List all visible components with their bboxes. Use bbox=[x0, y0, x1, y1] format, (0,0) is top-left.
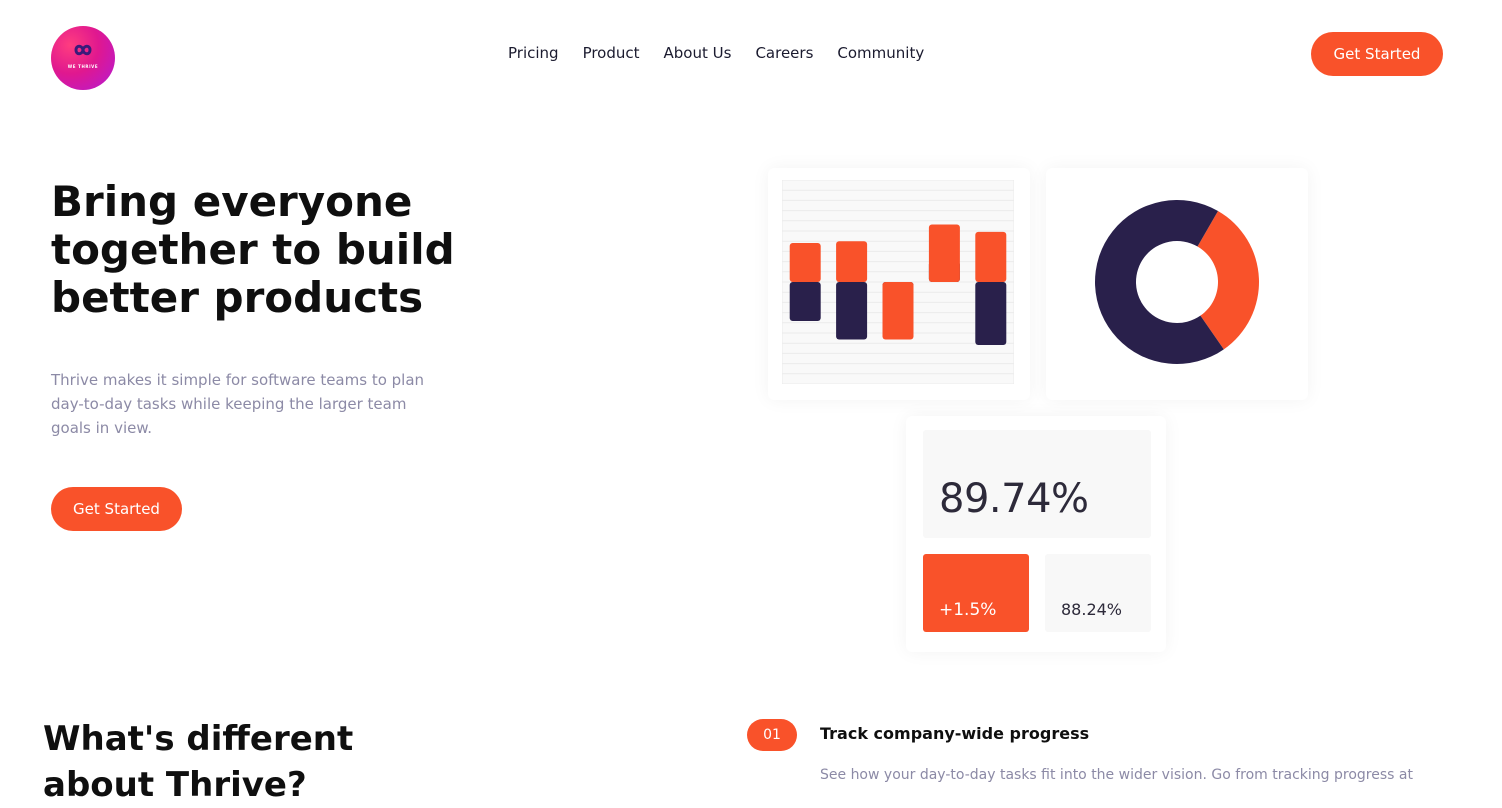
bar bbox=[975, 282, 1007, 346]
bar bbox=[836, 241, 868, 282]
bar-chart-card bbox=[768, 168, 1030, 400]
donut-slice bbox=[1095, 199, 1224, 364]
bar bbox=[789, 282, 821, 321]
section-title: What's different about Thrive? bbox=[43, 719, 354, 805]
bar bbox=[836, 282, 868, 340]
secondary-stat-tile: 88.24% bbox=[1045, 554, 1151, 632]
bar bbox=[789, 243, 821, 282]
secondary-stat-value: 88.24% bbox=[1061, 600, 1123, 619]
bar bbox=[975, 231, 1007, 282]
hero-get-started-button[interactable]: Get Started bbox=[51, 487, 182, 531]
change-stat-tile: +1.5% bbox=[923, 554, 1029, 632]
hero-description: Thrive makes it simple for software team… bbox=[51, 371, 425, 437]
donut-chart bbox=[1095, 199, 1259, 364]
change-stat-value: +1.5% bbox=[939, 600, 997, 620]
brand-logo[interactable]: WE THRIVE bbox=[51, 26, 115, 90]
bar bbox=[928, 224, 960, 282]
feature-title: Track company-wide progress bbox=[820, 724, 1090, 743]
main-stat-tile: 89.74% bbox=[923, 430, 1151, 538]
bar-chart bbox=[782, 180, 1014, 384]
main-nav: Pricing Product About Us Careers Communi… bbox=[508, 44, 948, 62]
nav-link-about-us[interactable]: About Us bbox=[664, 44, 732, 62]
nav-link-careers[interactable]: Careers bbox=[755, 44, 813, 62]
feature-number-badge: 01 bbox=[747, 719, 797, 751]
nav-link-pricing[interactable]: Pricing bbox=[508, 44, 559, 62]
infinity-icon bbox=[74, 44, 92, 56]
header-get-started-button[interactable]: Get Started bbox=[1311, 32, 1443, 76]
hero-title: Bring everyone together to build better … bbox=[51, 177, 455, 322]
main-stat-value: 89.74% bbox=[939, 476, 1089, 522]
stats-card: 89.74% +1.5% 88.24% bbox=[906, 416, 1166, 652]
logo-text: WE THRIVE bbox=[67, 64, 99, 69]
donut-chart-card bbox=[1046, 168, 1308, 400]
nav-link-community[interactable]: Community bbox=[837, 44, 924, 62]
bar bbox=[882, 282, 914, 340]
nav-link-product[interactable]: Product bbox=[583, 44, 640, 62]
feature-description: See how your day-to-day tasks fit into t… bbox=[820, 767, 1413, 783]
